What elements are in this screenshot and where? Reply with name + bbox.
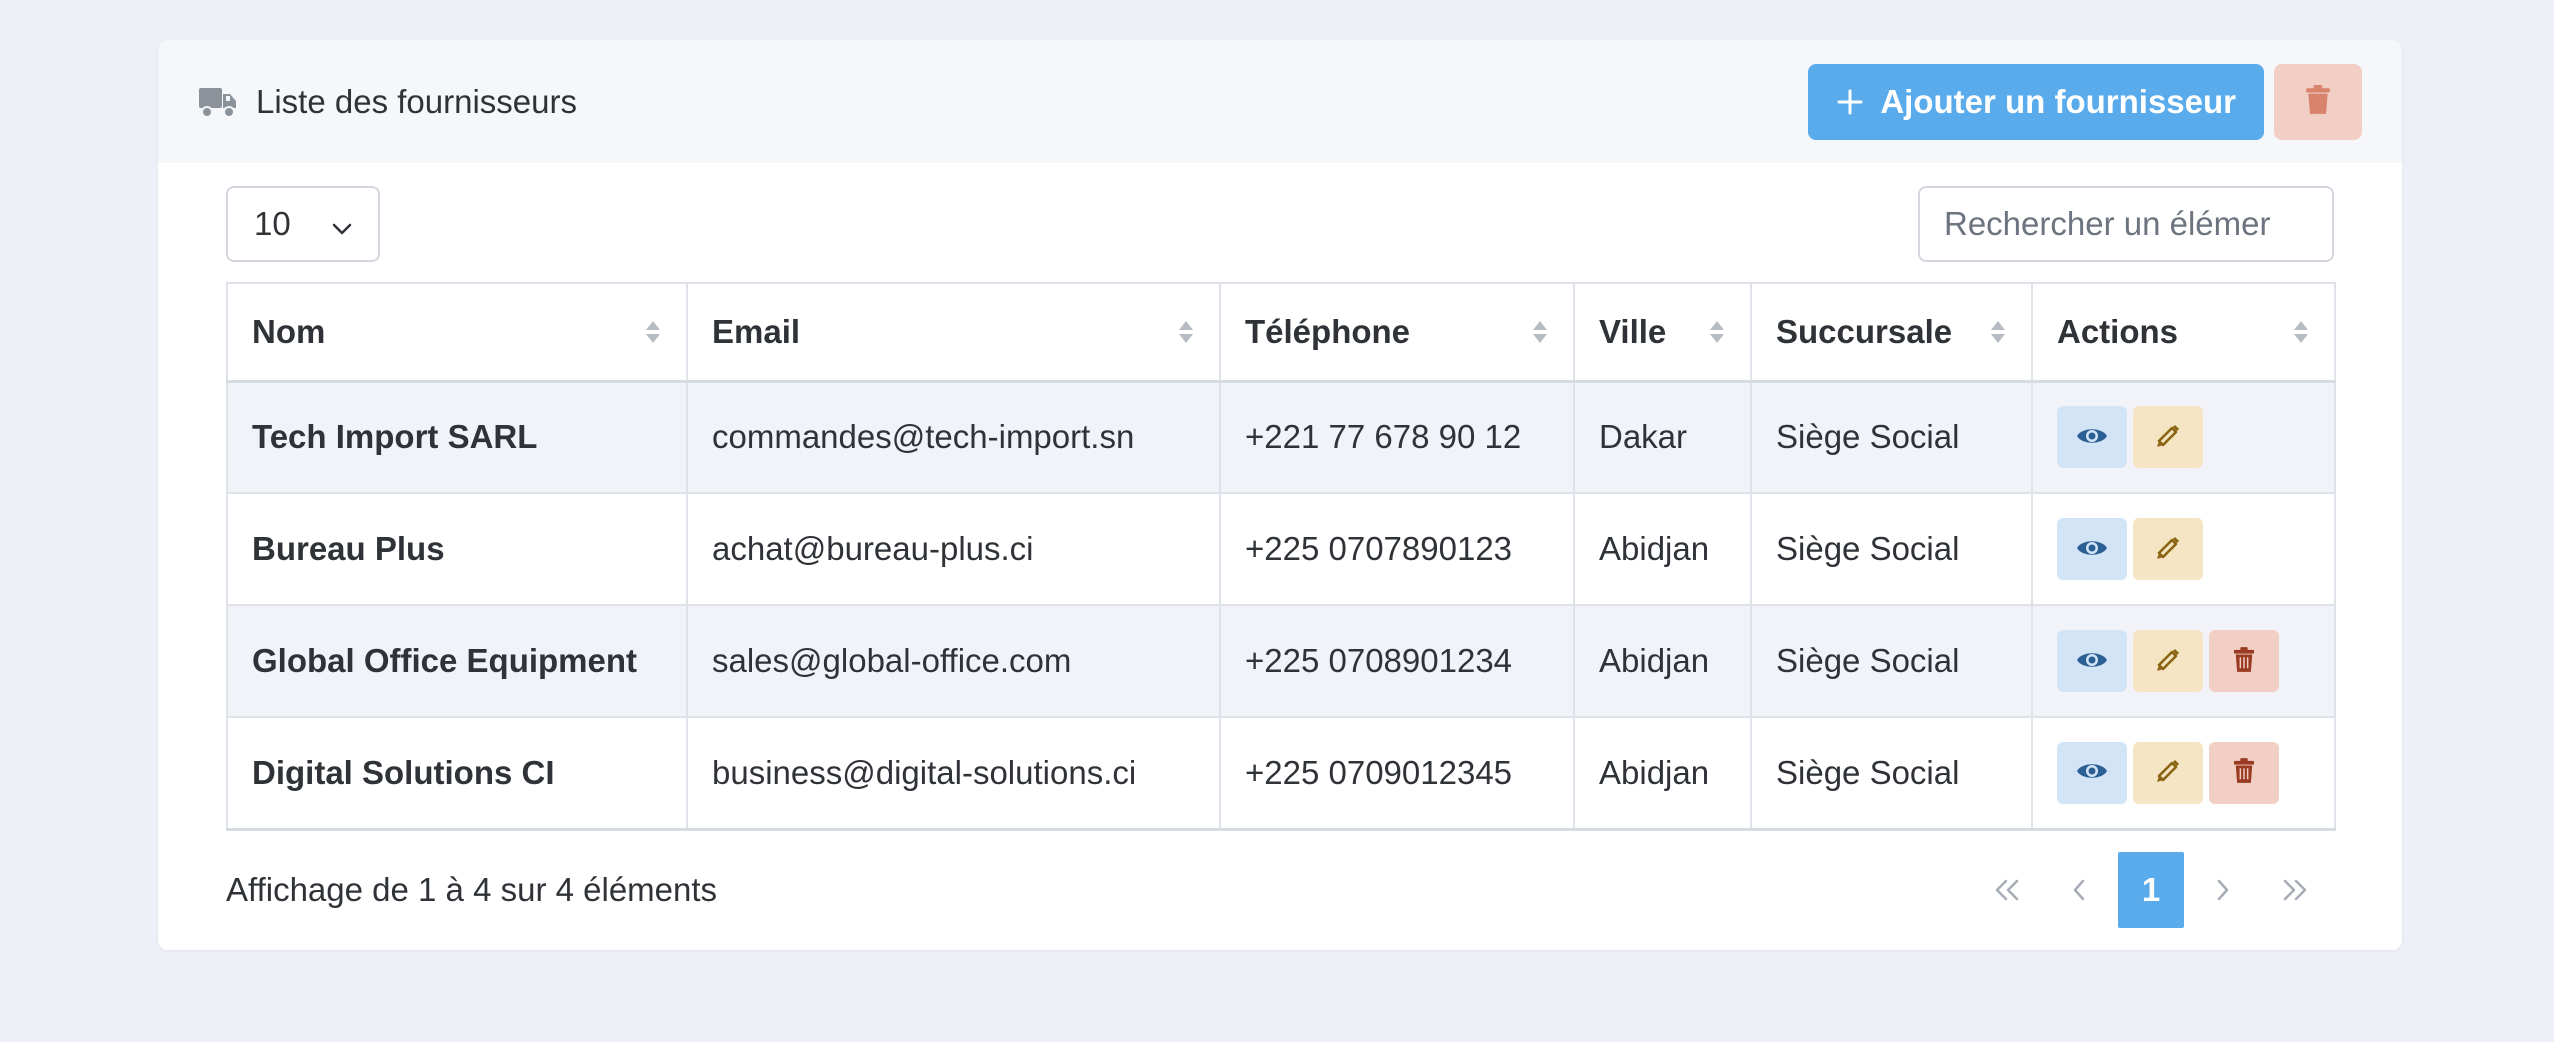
cell-nom: Digital Solutions CI	[226, 716, 688, 831]
eye-icon	[2076, 537, 2108, 562]
pagination-info: Affichage de 1 à 4 sur 4 éléments	[226, 870, 718, 908]
card-body: 10 Nom Email Téléphone Ville Succursale	[158, 163, 2402, 949]
chevron-right-icon	[2215, 871, 2231, 909]
view-button[interactable]	[2057, 406, 2127, 469]
page-title: Liste des fournisseurs	[256, 82, 577, 120]
eye-icon	[2076, 649, 2108, 674]
trash-icon	[2233, 646, 2255, 676]
card-title: Liste des fournisseurs	[198, 82, 577, 122]
trash-icon	[2305, 85, 2331, 118]
view-button[interactable]	[2057, 741, 2127, 804]
cell-succursale: Siège Social	[1750, 380, 2033, 494]
edit-button[interactable]	[2133, 406, 2203, 469]
last-page-button[interactable]	[2262, 852, 2328, 928]
cell-succursale: Siège Social	[1750, 492, 2033, 606]
cell-telephone: +225 0709012345	[1219, 716, 1575, 831]
suppliers-card: Liste des fournisseurs Ajouter un fourni…	[158, 40, 2402, 950]
edit-button[interactable]	[2133, 518, 2203, 580]
cell-succursale: Siège Social	[1750, 604, 2033, 718]
col-header-succursale[interactable]: Succursale	[1750, 282, 2033, 383]
col-header-nom[interactable]: Nom	[226, 282, 688, 383]
cell-actions	[2031, 492, 2336, 606]
cell-actions	[2031, 380, 2336, 494]
prev-page-button[interactable]	[2046, 852, 2112, 928]
suppliers-table: Nom Email Téléphone Ville Succursale Act…	[226, 282, 2336, 831]
pencil-icon	[2154, 422, 2182, 453]
page-size-value: 10	[254, 204, 291, 242]
eye-icon	[2076, 760, 2108, 785]
pencil-icon	[2154, 646, 2182, 677]
view-button[interactable]	[2057, 630, 2127, 692]
table-row: Tech Import SARL commandes@tech-import.s…	[226, 380, 2336, 494]
chevrons-right-icon	[2281, 871, 2309, 909]
col-header-email[interactable]: Email	[686, 282, 1221, 383]
chevron-left-icon	[2071, 871, 2087, 909]
table-row: Global Office Equipment sales@global-off…	[226, 604, 2336, 718]
col-header-telephone[interactable]: Téléphone	[1219, 282, 1575, 383]
cell-telephone: +225 0707890123	[1219, 492, 1575, 606]
cell-nom: Tech Import SARL	[226, 380, 688, 494]
pagination: 1	[1974, 851, 2328, 928]
pencil-icon	[2154, 757, 2182, 788]
delete-button[interactable]	[2209, 630, 2279, 692]
cell-ville: Abidjan	[1573, 716, 1752, 831]
chevrons-left-icon	[1993, 871, 2021, 909]
sort-icon	[1708, 319, 1726, 345]
sort-icon	[1989, 319, 2007, 345]
cell-ville: Abidjan	[1573, 492, 1752, 606]
cell-actions	[2031, 604, 2336, 718]
cell-succursale: Siège Social	[1750, 716, 2033, 831]
add-supplier-label: Ajouter un fournisseur	[1880, 82, 2236, 120]
pencil-icon	[2154, 534, 2182, 565]
add-supplier-button[interactable]: Ajouter un fournisseur	[1808, 63, 2264, 140]
search-input[interactable]	[1918, 185, 2334, 262]
cell-email: business@digital-solutions.ci	[686, 716, 1221, 831]
cell-ville: Dakar	[1573, 380, 1752, 494]
cell-email: sales@global-office.com	[686, 604, 1221, 718]
table-row: Digital Solutions CI business@digital-so…	[226, 716, 2336, 831]
cell-nom: Bureau Plus	[226, 492, 688, 606]
sort-icon	[1177, 319, 1195, 345]
sort-icon	[644, 319, 662, 345]
cell-ville: Abidjan	[1573, 604, 1752, 718]
col-header-ville[interactable]: Ville	[1573, 282, 1752, 383]
delete-button[interactable]	[2209, 741, 2279, 804]
cell-actions	[2031, 716, 2336, 831]
table-controls: 10	[226, 163, 2334, 282]
cell-telephone: +225 0708901234	[1219, 604, 1575, 718]
cell-nom: Global Office Equipment	[226, 604, 688, 718]
page-button-current[interactable]: 1	[2118, 851, 2184, 928]
table-row: Bureau Plus achat@bureau-plus.ci +225 07…	[226, 492, 2336, 606]
sort-icon	[1531, 319, 1549, 345]
cell-email: commandes@tech-import.sn	[686, 380, 1221, 494]
cell-email: achat@bureau-plus.ci	[686, 492, 1221, 606]
truck-icon	[198, 82, 238, 122]
plus-icon	[1836, 88, 1864, 116]
edit-button[interactable]	[2133, 741, 2203, 804]
edit-button[interactable]	[2133, 630, 2203, 692]
view-button[interactable]	[2057, 518, 2127, 580]
eye-icon	[2076, 425, 2108, 450]
next-page-button[interactable]	[2190, 852, 2256, 928]
chevron-down-icon	[332, 205, 352, 243]
first-page-button[interactable]	[1974, 852, 2040, 928]
table-header-row: Nom Email Téléphone Ville Succursale Act…	[226, 282, 2336, 383]
page-size-select[interactable]: 10	[226, 185, 380, 262]
col-header-actions[interactable]: Actions	[2031, 282, 2336, 383]
table-footer: Affichage de 1 à 4 sur 4 éléments 1	[226, 831, 2334, 949]
trash-icon	[2233, 758, 2255, 787]
sort-icon	[2292, 319, 2310, 345]
card-header: Liste des fournisseurs Ajouter un fourni…	[158, 40, 2402, 163]
bulk-delete-button[interactable]	[2274, 63, 2362, 140]
cell-telephone: +221 77 678 90 12	[1219, 380, 1575, 494]
header-actions: Ajouter un fournisseur	[1808, 63, 2362, 140]
